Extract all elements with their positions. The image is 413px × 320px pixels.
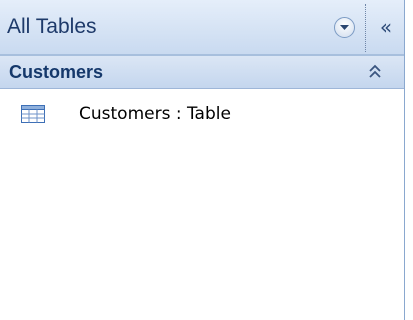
list-item[interactable]: Customers : Table — [0, 96, 404, 132]
pane-splitter[interactable] — [404, 0, 413, 320]
table-icon — [21, 105, 45, 123]
nav-pane-header[interactable]: All Tables « — [0, 0, 404, 56]
double-chevron-up-icon[interactable] — [367, 63, 383, 81]
shutter-bar-collapse-button[interactable]: « — [369, 4, 403, 52]
header-divider — [365, 4, 366, 52]
nav-pane-title[interactable]: All Tables — [7, 15, 97, 39]
group-title: Customers — [9, 62, 104, 82]
dropdown-circle-icon[interactable] — [334, 17, 355, 38]
navigation-pane: All Tables « Customers Customers : Table — [0, 0, 404, 320]
group-header-customers[interactable]: Customers — [0, 56, 404, 89]
list-item-label: Customers : Table — [79, 104, 231, 124]
